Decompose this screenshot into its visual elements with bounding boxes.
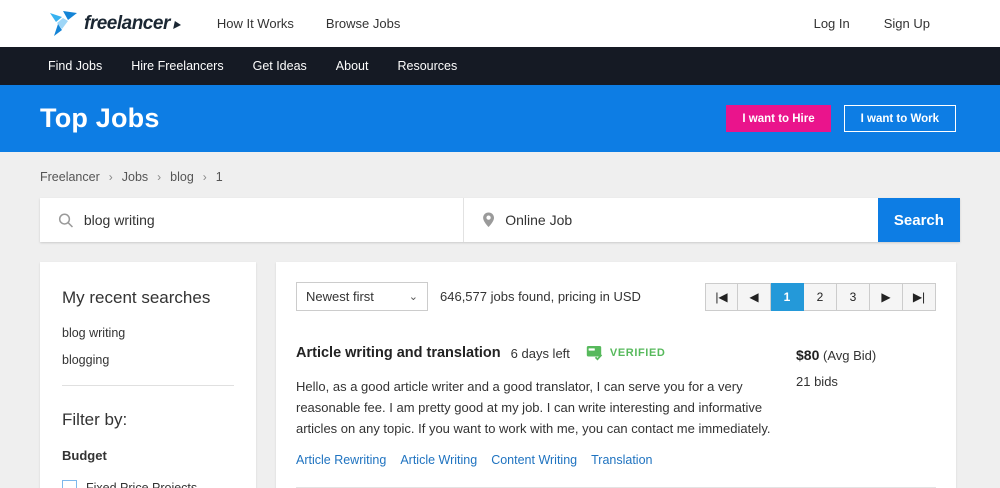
- job-header: Article writing and translation 6 days l…: [296, 345, 786, 361]
- page-banner: Top Jobs I want to Hire I want to Work: [0, 85, 1000, 152]
- page-title: Top Jobs: [40, 103, 160, 133]
- search-results-panel: Newest first ⌄ 646,577 jobs found, prici…: [276, 262, 956, 488]
- pagination-prev-button[interactable]: ◀: [738, 282, 771, 311]
- recent-search-blog-writing[interactable]: blog writing: [62, 326, 234, 340]
- sort-dropdown[interactable]: Newest first ⌄: [296, 282, 428, 311]
- pagination-last-button[interactable]: ▶|: [903, 282, 936, 311]
- banner-buttons: I want to Hire I want to Work: [726, 105, 956, 132]
- freelancer-bird-icon: [50, 10, 77, 36]
- job-bid-count: 21 bids: [796, 374, 838, 389]
- sort-selected-value: Newest first: [306, 289, 374, 304]
- pagination-page-3[interactable]: 3: [837, 282, 870, 311]
- breadcrumb: Freelancer › Jobs › blog › 1: [0, 152, 1000, 196]
- pagination-first-button[interactable]: |◀: [705, 282, 738, 311]
- verified-badge: VERIFIED: [586, 345, 666, 361]
- budget-section-label: Budget: [62, 448, 107, 463]
- pagination-page-1[interactable]: 1: [771, 282, 804, 311]
- auth-links: Log In Sign Up: [814, 16, 930, 31]
- verified-payment-icon: [586, 346, 603, 361]
- job-description: Hello, as a good article writer and a go…: [296, 379, 771, 436]
- job-time-left: 6 days left: [510, 345, 570, 361]
- location-field-wrapper: [463, 198, 878, 242]
- i-want-to-work-button[interactable]: I want to Work: [843, 105, 956, 132]
- recent-searches-title: My recent searches: [62, 288, 211, 307]
- secondary-navigation: Find Jobs Hire Freelancers Get Ideas Abo…: [0, 47, 1000, 85]
- filters-sidebar: My recent searches blog writing blogging…: [40, 262, 256, 488]
- breadcrumb-blog[interactable]: blog: [170, 170, 194, 184]
- fixed-price-label: Fixed Price Projects: [86, 480, 198, 488]
- signup-link[interactable]: Sign Up: [884, 16, 930, 31]
- pagination: |◀ ◀ 1 2 3 ▶ ▶|: [705, 282, 936, 311]
- pagination-next-button[interactable]: ▶: [870, 282, 903, 311]
- pagination-page-2[interactable]: 2: [804, 282, 837, 311]
- top-navigation: How It Works Browse Jobs: [217, 16, 400, 31]
- job-main-column: Article writing and translation 6 days l…: [296, 345, 786, 467]
- breadcrumb-separator: ›: [108, 170, 113, 184]
- nav-browse-jobs[interactable]: Browse Jobs: [326, 16, 400, 31]
- nav-find-jobs[interactable]: Find Jobs: [48, 59, 102, 73]
- search-icon: [58, 213, 73, 228]
- nav-get-ideas[interactable]: Get Ideas: [253, 59, 307, 73]
- fixed-price-checkbox[interactable]: [62, 480, 77, 488]
- tag-article-rewriting[interactable]: Article Rewriting: [296, 453, 386, 467]
- nav-how-it-works[interactable]: How It Works: [217, 16, 294, 31]
- nav-about[interactable]: About: [336, 59, 369, 73]
- breadcrumb-separator: ›: [157, 170, 162, 184]
- chevron-down-icon: ⌄: [408, 291, 418, 303]
- logo-arrow-icon: [172, 20, 182, 29]
- keyword-field-wrapper: [40, 198, 463, 242]
- tag-translation[interactable]: Translation: [591, 453, 652, 467]
- filter-by-title: Filter by:: [62, 410, 128, 429]
- tag-content-writing[interactable]: Content Writing: [491, 453, 577, 467]
- login-link[interactable]: Log In: [814, 16, 850, 31]
- job-search-bar: Search: [40, 198, 960, 242]
- sidebar-divider: [62, 385, 234, 386]
- search-button[interactable]: Search: [877, 198, 960, 242]
- fixed-price-projects-option[interactable]: Fixed Price Projects: [62, 480, 234, 488]
- results-count: 646,577 jobs found, pricing in USD: [440, 289, 641, 304]
- i-want-to-hire-button[interactable]: I want to Hire: [726, 105, 831, 132]
- job-price: $80: [796, 347, 820, 363]
- freelancer-top-jobs-page: freelancer How It Works Browse Jobs Log …: [0, 0, 1000, 488]
- job-avg-bid: $80 (Avg Bid): [796, 347, 936, 363]
- breadcrumb-jobs[interactable]: Jobs: [122, 170, 148, 184]
- freelancer-logo[interactable]: freelancer: [48, 10, 182, 37]
- recent-search-blogging[interactable]: blogging: [62, 353, 234, 367]
- breadcrumb-page-1[interactable]: 1: [216, 170, 223, 184]
- job-bid-column: $80 (Avg Bid) 21 bids: [786, 345, 936, 467]
- header: freelancer How It Works Browse Jobs Log …: [0, 0, 1000, 47]
- job-listing: Article writing and translation 6 days l…: [296, 345, 936, 467]
- nav-resources[interactable]: Resources: [397, 59, 457, 73]
- job-skill-tags: Article Rewriting Article Writing Conten…: [296, 453, 786, 467]
- logo-text: freelancer: [84, 12, 170, 34]
- breadcrumb-separator: ›: [202, 170, 207, 184]
- keyword-search-input[interactable]: [83, 212, 446, 228]
- content-area: My recent searches blog writing blogging…: [0, 242, 1000, 488]
- breadcrumb-freelancer[interactable]: Freelancer: [40, 170, 100, 184]
- job-title-link[interactable]: Article writing and translation: [296, 345, 501, 361]
- verified-label: VERIFIED: [609, 347, 666, 359]
- location-search-input[interactable]: [505, 212, 860, 228]
- nav-hire-freelancers[interactable]: Hire Freelancers: [131, 59, 223, 73]
- tag-article-writing[interactable]: Article Writing: [400, 453, 477, 467]
- location-pin-icon: [483, 212, 495, 228]
- results-toolbar: Newest first ⌄ 646,577 jobs found, prici…: [296, 282, 936, 311]
- job-price-suffix: (Avg Bid): [822, 348, 877, 363]
